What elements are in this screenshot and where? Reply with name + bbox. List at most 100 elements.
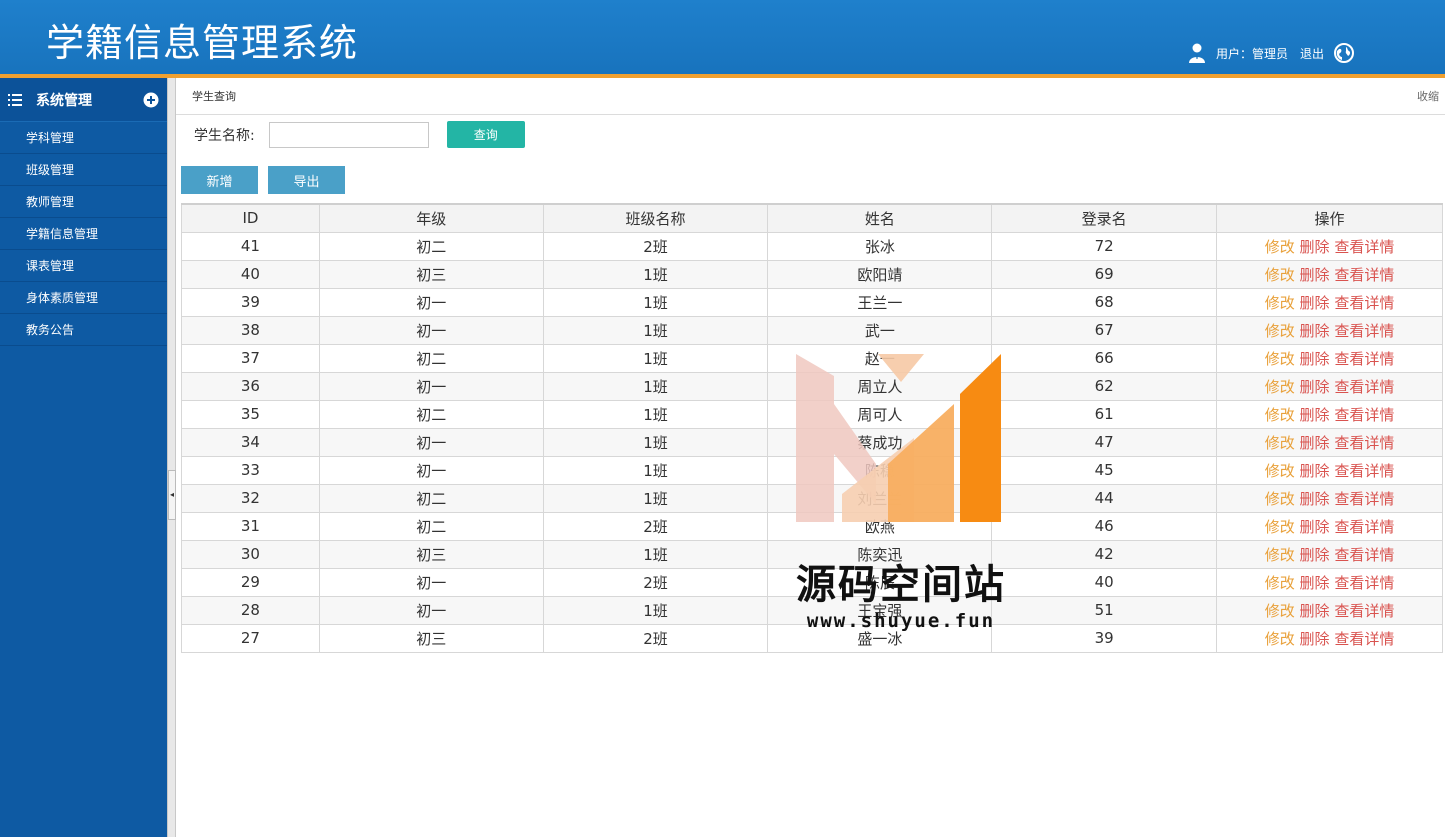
cell-class: 1班: [542, 399, 769, 429]
table-row: 40 初三 1班 欧阳靖 69 修改 删除 查看详情: [181, 259, 1443, 289]
sidebar-splitter[interactable]: ◂: [167, 78, 176, 837]
view-details-link[interactable]: 查看详情: [1334, 574, 1394, 592]
cell-name: 王兰一: [767, 287, 993, 317]
view-details-link[interactable]: 查看详情: [1334, 294, 1394, 312]
sidebar-item-timetable[interactable]: 课表管理: [0, 250, 167, 282]
edit-link[interactable]: 修改: [1265, 518, 1295, 536]
sidebar-item-teachers[interactable]: 教师管理: [0, 186, 167, 218]
delete-link[interactable]: 删除: [1300, 602, 1330, 620]
cell-actions: 修改 删除 查看详情: [1216, 427, 1443, 457]
logout-link[interactable]: 退出: [1300, 45, 1324, 62]
sidebar-menu: 学科管理 班级管理 教师管理 学籍信息管理 课表管理 身体素质管理 教务公告: [0, 122, 167, 346]
cell-id: 33: [181, 455, 320, 485]
breadcrumb-bar: 学生查询 收缩: [176, 78, 1445, 115]
edit-link[interactable]: 修改: [1265, 490, 1295, 508]
cell-actions: 修改 删除 查看详情: [1216, 567, 1443, 597]
view-details-link[interactable]: 查看详情: [1334, 266, 1394, 284]
view-details-link[interactable]: 查看详情: [1334, 546, 1394, 564]
student-name-input[interactable]: [268, 121, 429, 148]
delete-link[interactable]: 删除: [1300, 350, 1330, 368]
view-details-link[interactable]: 查看详情: [1334, 518, 1394, 536]
cell-actions: 修改 删除 查看详情: [1216, 511, 1443, 541]
edit-link[interactable]: 修改: [1265, 350, 1295, 368]
sidebar-item-classes[interactable]: 班级管理: [0, 154, 167, 186]
cell-actions: 修改 删除 查看详情: [1216, 371, 1443, 401]
collapse-sidebar-toggle[interactable]: ◂: [168, 470, 176, 520]
edit-link[interactable]: 修改: [1265, 602, 1295, 620]
delete-link[interactable]: 删除: [1300, 490, 1330, 508]
cell-login: 40: [991, 567, 1218, 597]
col-header-id: ID: [181, 203, 320, 233]
table-header-row: ID 年级 班级名称 姓名 登录名 操作: [181, 203, 1443, 233]
app-header: 学籍信息管理系统 用户：管理员 退出: [0, 0, 1445, 74]
sidebar-item-announcements[interactable]: 教务公告: [0, 314, 167, 346]
view-details-link[interactable]: 查看详情: [1334, 406, 1394, 424]
list-icon: [8, 93, 22, 106]
student-name-label: 学生名称:: [194, 127, 255, 144]
cell-name: 蔡成功: [767, 427, 993, 457]
delete-link[interactable]: 删除: [1300, 294, 1330, 312]
sidebar-title: 系统管理: [36, 92, 92, 109]
edit-link[interactable]: 修改: [1265, 574, 1295, 592]
delete-link[interactable]: 删除: [1300, 546, 1330, 564]
cell-name: 王宝强: [767, 595, 993, 625]
cell-name: 周立人: [767, 371, 993, 401]
edit-link[interactable]: 修改: [1265, 630, 1295, 648]
table-row: 34 初一 1班 蔡成功 47 修改 删除 查看详情: [181, 427, 1443, 457]
edit-link[interactable]: 修改: [1265, 546, 1295, 564]
edit-link[interactable]: 修改: [1265, 238, 1295, 256]
cell-actions: 修改 删除 查看详情: [1216, 539, 1443, 569]
delete-link[interactable]: 删除: [1300, 266, 1330, 284]
cell-class: 2班: [542, 623, 769, 653]
edit-link[interactable]: 修改: [1265, 434, 1295, 452]
cell-id: 27: [181, 623, 320, 653]
cell-grade: 初三: [318, 259, 544, 289]
view-details-link[interactable]: 查看详情: [1334, 378, 1394, 396]
query-button[interactable]: 查询: [446, 121, 525, 148]
view-details-link[interactable]: 查看详情: [1334, 322, 1394, 340]
delete-link[interactable]: 删除: [1300, 434, 1330, 452]
edit-link[interactable]: 修改: [1265, 266, 1295, 284]
table-body: 41 初二 2班 张冰 72 修改 删除 查看详情 40 初三 1班 欧阳靖 69 修改 删除 查看详…: [181, 231, 1443, 653]
delete-link[interactable]: 删除: [1300, 630, 1330, 648]
cell-id: 36: [181, 371, 320, 401]
sidebar-item-fitness[interactable]: 身体素质管理: [0, 282, 167, 314]
view-details-link[interactable]: 查看详情: [1334, 350, 1394, 368]
edit-link[interactable]: 修改: [1265, 322, 1295, 340]
view-details-link[interactable]: 查看详情: [1334, 238, 1394, 256]
sidebar-item-subjects[interactable]: 学科管理: [0, 122, 167, 154]
cell-id: 35: [181, 399, 320, 429]
delete-link[interactable]: 删除: [1300, 574, 1330, 592]
edit-link[interactable]: 修改: [1265, 378, 1295, 396]
sidebar-item-student-records[interactable]: 学籍信息管理: [0, 218, 167, 250]
export-button[interactable]: 导出: [268, 166, 345, 194]
sidebar-header[interactable]: 系统管理: [0, 78, 167, 122]
delete-link[interactable]: 删除: [1300, 406, 1330, 424]
edit-link[interactable]: 修改: [1265, 462, 1295, 480]
cell-login: 62: [991, 371, 1218, 401]
add-button[interactable]: 新增: [181, 166, 258, 194]
cell-id: 38: [181, 315, 320, 345]
delete-link[interactable]: 删除: [1300, 238, 1330, 256]
cell-login: 61: [991, 399, 1218, 429]
delete-link[interactable]: 删除: [1300, 462, 1330, 480]
cell-grade: 初二: [318, 231, 544, 261]
view-details-link[interactable]: 查看详情: [1334, 462, 1394, 480]
cell-grade: 初二: [318, 343, 544, 373]
cell-login: 47: [991, 427, 1218, 457]
globe-icon[interactable]: [1334, 43, 1355, 63]
view-details-link[interactable]: 查看详情: [1334, 434, 1394, 452]
cell-grade: 初三: [318, 539, 544, 569]
edit-link[interactable]: 修改: [1265, 406, 1295, 424]
delete-link[interactable]: 删除: [1300, 378, 1330, 396]
view-details-link[interactable]: 查看详情: [1334, 630, 1394, 648]
collapse-link[interactable]: 收缩: [1417, 88, 1439, 104]
cell-class: 1班: [542, 371, 769, 401]
plus-circle-icon[interactable]: [143, 92, 159, 108]
table-row: 31 初二 2班 欧燕 46 修改 删除 查看详情: [181, 511, 1443, 541]
delete-link[interactable]: 删除: [1300, 322, 1330, 340]
view-details-link[interactable]: 查看详情: [1334, 490, 1394, 508]
edit-link[interactable]: 修改: [1265, 294, 1295, 312]
view-details-link[interactable]: 查看详情: [1334, 602, 1394, 620]
delete-link[interactable]: 删除: [1300, 518, 1330, 536]
